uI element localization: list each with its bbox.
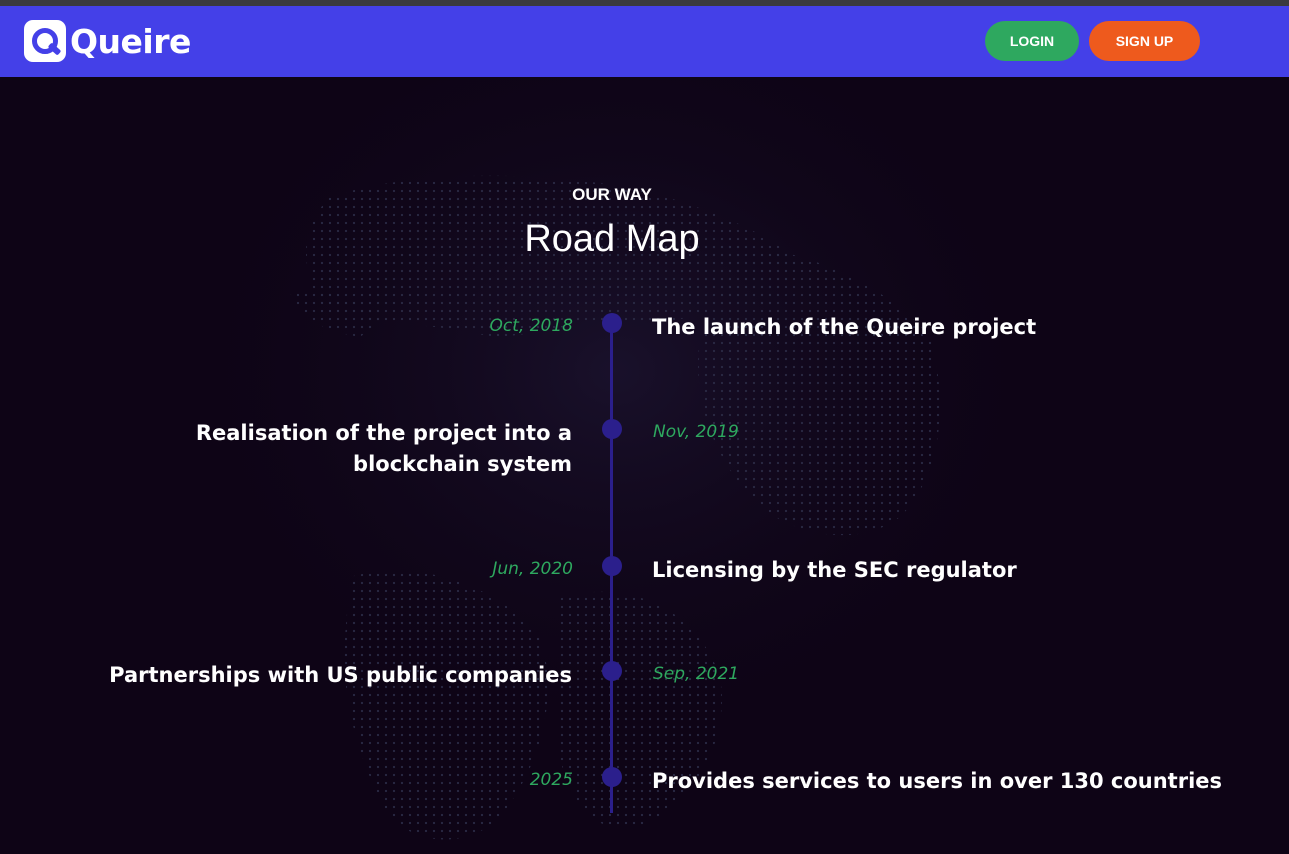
site-header: Queire LOGIN SIGN UP: [0, 6, 1289, 77]
section-eyebrow: OUR WAY: [572, 185, 652, 204]
timeline-dot: [602, 767, 622, 787]
logo-q-icon: [24, 20, 66, 62]
timeline-event: Partnerships with US public companies: [109, 663, 572, 687]
section-title: Road Map: [524, 218, 700, 260]
timeline-date: Nov, 2019: [653, 422, 739, 442]
login-button[interactable]: LOGIN: [985, 21, 1079, 61]
timeline-event: The launch of the Queire project: [652, 315, 1037, 339]
timeline-event: Licensing by the SEC regulator: [652, 558, 1017, 582]
timeline-event: Realisation of the project into a blockc…: [195, 421, 572, 476]
timeline-date: Sep, 2021: [653, 664, 740, 684]
timeline-dot: [602, 419, 622, 439]
signup-button[interactable]: SIGN UP: [1089, 21, 1200, 61]
timeline-date: Oct, 2018: [489, 316, 573, 336]
site-logo[interactable]: Queire: [24, 20, 191, 62]
logo-text: Queire: [70, 21, 191, 61]
timeline-date: Jun, 2020: [492, 559, 573, 579]
timeline-dot: [602, 556, 622, 576]
timeline-dot: [602, 661, 622, 681]
timeline-date: 2025: [529, 770, 573, 790]
timeline-dot: [602, 313, 622, 333]
timeline-event: Provides services to users in over 130 c…: [652, 769, 1223, 793]
